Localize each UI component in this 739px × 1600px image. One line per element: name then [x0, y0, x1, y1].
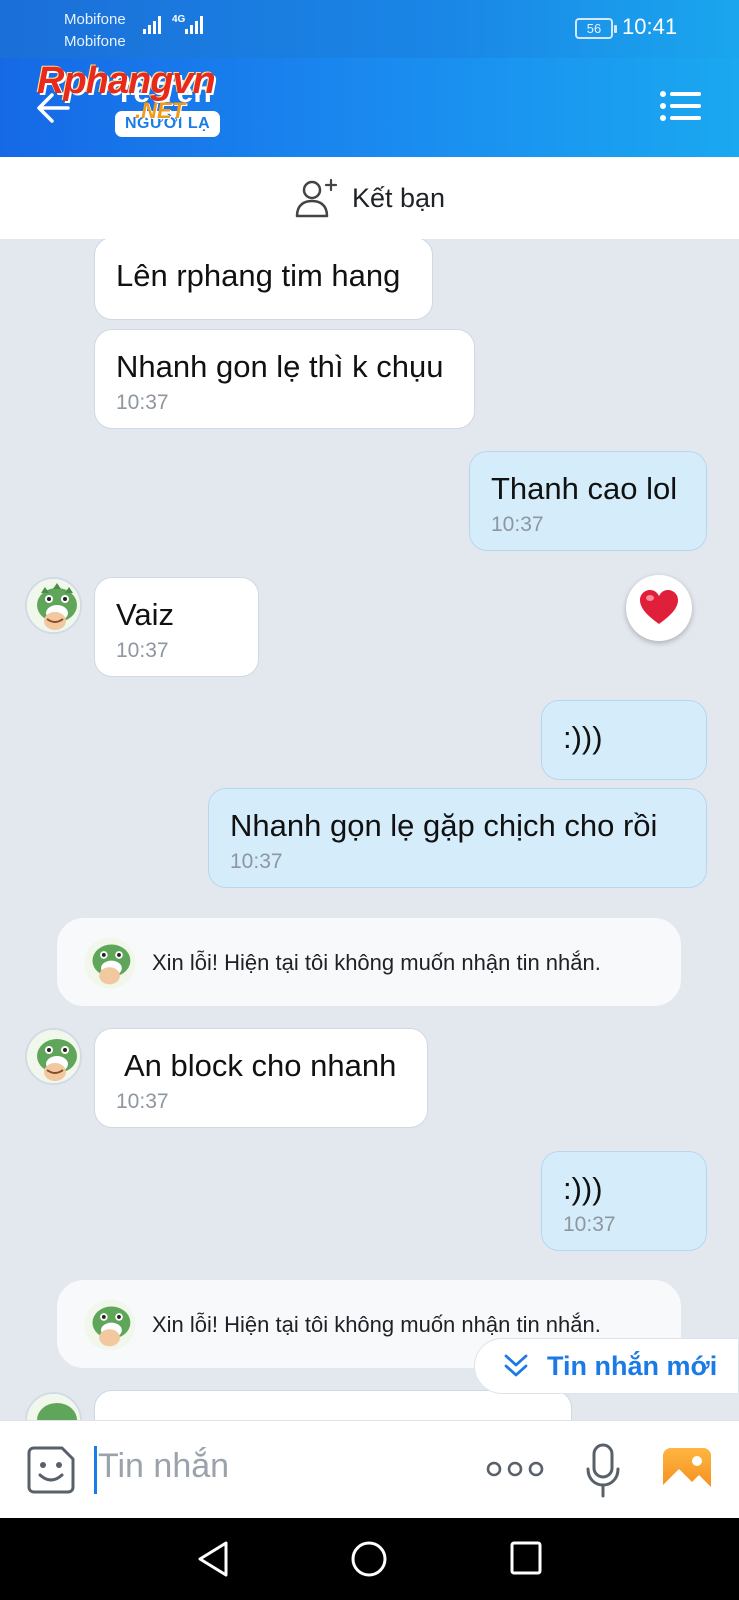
nav-home-icon[interactable]	[350, 1540, 388, 1578]
more-dots-icon[interactable]	[486, 1457, 544, 1481]
text-cursor	[94, 1446, 97, 1494]
message-list[interactable]: Lên rphang tim hang Nhanh gon lẹ thì k c…	[0, 239, 739, 1420]
network-type: 4G	[172, 14, 186, 25]
clock: 10:41	[622, 14, 678, 39]
system-nav-bar	[0, 1518, 739, 1600]
user-plus-icon	[295, 178, 338, 218]
new-messages-label: Tin nhắn mới	[547, 1350, 718, 1381]
heart-icon	[640, 590, 678, 624]
carrier-1: Mobifone	[64, 11, 126, 28]
message-text: Nhanh gọn lẹ gặp chịch cho rồi	[230, 808, 658, 843]
signal-icon-2	[185, 16, 203, 34]
battery-icon: 56	[575, 18, 617, 39]
message-bubble[interactable]: Lên rphang tim hang	[94, 239, 433, 320]
message-text: Thanh cao lol	[491, 471, 678, 506]
new-messages-button[interactable]: Tin nhắn mới	[474, 1338, 739, 1394]
message-input[interactable]: Tin nhắn	[98, 1447, 229, 1486]
status-bar: Mobifone Mobifone 4G 56 10:41	[0, 0, 739, 58]
system-notice-text: Xin lỗi! Hiện tại tôi không muốn nhận ti…	[152, 950, 601, 975]
add-friend-label: Kết bạn	[351, 182, 446, 213]
dinosaur-avatar-icon	[84, 1299, 136, 1351]
signal-icon	[143, 16, 161, 34]
message-text: An block cho nhanh	[124, 1048, 397, 1083]
message-bubble[interactable]: Thanh cao lol 10:37	[469, 451, 707, 551]
microphone-icon[interactable]	[585, 1443, 621, 1499]
message-time: 10:37	[116, 639, 169, 662]
message-text: :)))	[563, 1171, 603, 1206]
system-notice-text: Xin lỗi! Hiện tại tôi không muốn nhận ti…	[152, 1312, 601, 1337]
avatar[interactable]	[25, 1392, 82, 1420]
carrier-labels: Mobifone Mobifone	[64, 9, 126, 53]
watermark-text: Rphangvn	[37, 60, 216, 102]
system-notice: Xin lỗi! Hiện tại tôi không muốn nhận ti…	[56, 917, 682, 1007]
dinosaur-avatar-icon	[27, 579, 80, 632]
battery-level: 56	[586, 21, 602, 36]
double-chevron-down-icon	[504, 1354, 528, 1377]
message-bubble[interactable]: :))) 10:37	[541, 1151, 707, 1251]
avatar[interactable]	[25, 577, 82, 634]
message-text: :)))	[563, 720, 603, 755]
message-bubble-partial[interactable]	[94, 1390, 572, 1420]
menu-icon[interactable]	[659, 90, 703, 122]
add-friend-button[interactable]: Kết bạn	[0, 157, 739, 239]
message-text: Nhanh gon lẹ thì k chụu	[116, 349, 444, 384]
watermark-logo: Rphangvn .NET	[37, 60, 216, 123]
message-time: 10:37	[116, 391, 169, 414]
message-time: 10:37	[230, 850, 283, 873]
composer: Tin nhắn	[0, 1420, 739, 1518]
dinosaur-avatar-icon	[84, 937, 136, 989]
message-time: 10:37	[116, 1090, 169, 1113]
chat-header: Tè Tèn NGƯỜI LẠ Rphangvn .NET	[0, 58, 739, 157]
message-bubble[interactable]: An block cho nhanh 10:37	[94, 1028, 428, 1128]
message-bubble[interactable]: Nhanh gon lẹ thì k chụu 10:37	[94, 329, 475, 429]
avatar[interactable]	[25, 1028, 82, 1085]
dinosaur-avatar-icon	[27, 1030, 80, 1083]
nav-recents-icon[interactable]	[509, 1540, 543, 1576]
nav-back-icon[interactable]	[196, 1540, 230, 1578]
carrier-2: Mobifone	[64, 33, 126, 50]
message-bubble[interactable]: Vaiz 10:37	[94, 577, 259, 677]
reaction-button[interactable]	[626, 575, 692, 641]
message-text: Lên rphang tim hang	[116, 258, 401, 293]
image-icon[interactable]	[662, 1447, 712, 1495]
sticker-icon[interactable]	[26, 1445, 76, 1495]
message-time: 10:37	[491, 513, 544, 536]
dinosaur-avatar-icon	[27, 1394, 80, 1420]
watermark-suffix: .NET	[135, 98, 186, 123]
message-bubble[interactable]: Nhanh gọn lẹ gặp chịch cho rồi 10:37	[208, 788, 707, 888]
message-time: 10:37	[563, 1213, 616, 1236]
message-text: Vaiz	[116, 597, 175, 632]
message-bubble[interactable]: :)))	[541, 700, 707, 780]
